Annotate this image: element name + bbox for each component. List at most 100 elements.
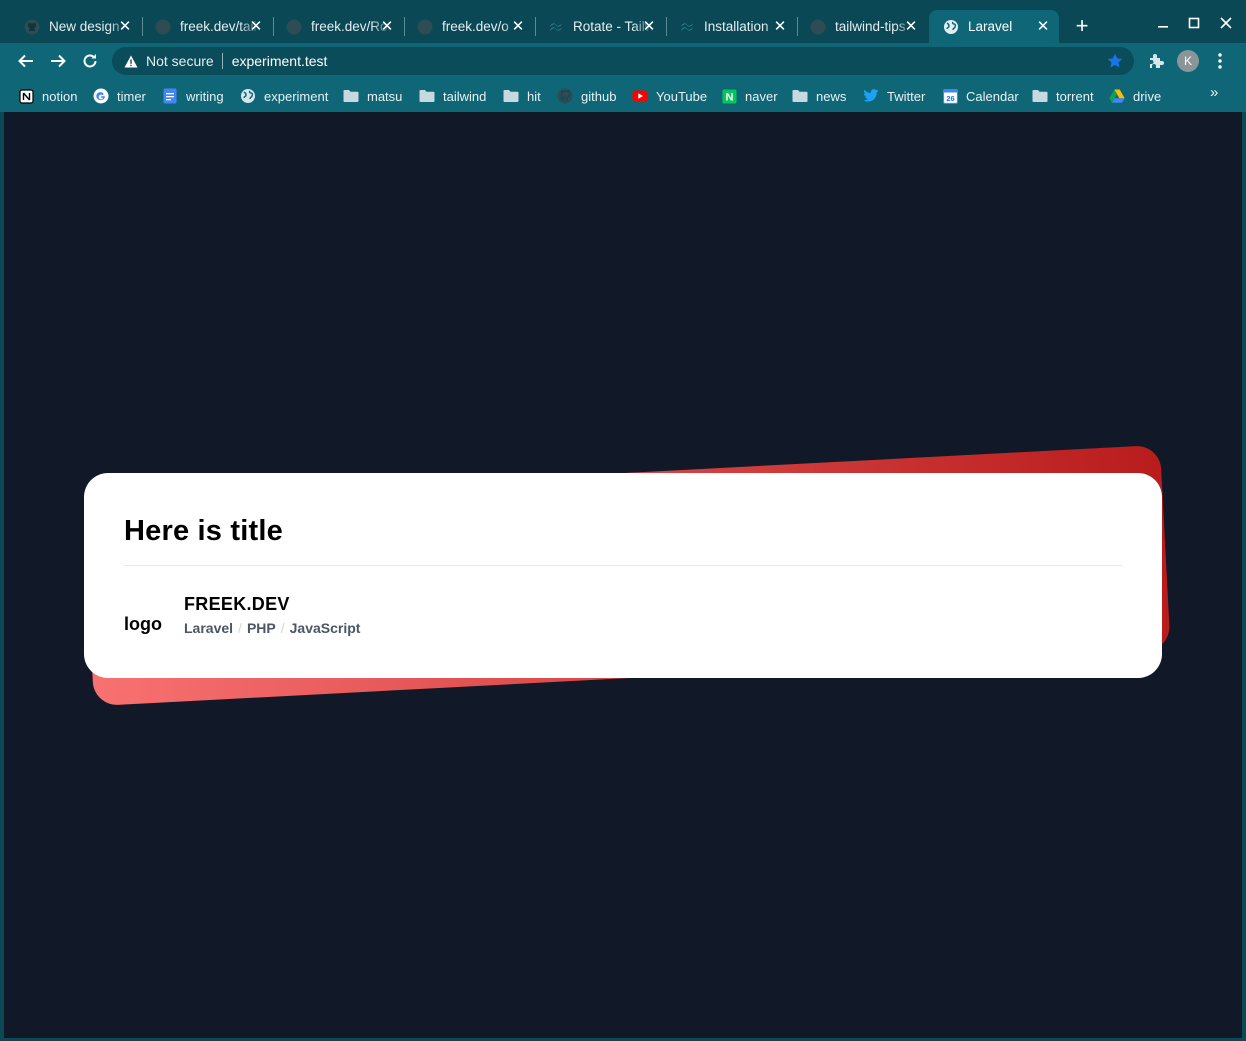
twitter-icon <box>863 88 879 104</box>
bookmark-label: drive <box>1133 88 1162 104</box>
globe-icon <box>943 19 959 35</box>
bookmark-label: tailwind <box>443 88 487 104</box>
bookmark-label: hit <box>527 88 541 104</box>
close-icon[interactable]: ✕ <box>510 18 526 34</box>
tailwind-icon <box>548 19 564 35</box>
bookmark-label: torrent <box>1056 88 1094 104</box>
tab-new-design[interactable]: New design ✕ <box>10 10 141 43</box>
tag-php: PHP <box>246 620 276 636</box>
browser-window: New design ✕ freek.dev/tailwind ✕ freek.… <box>0 0 1246 1041</box>
security-status[interactable]: Not secure <box>146 53 214 69</box>
github-icon <box>155 19 171 35</box>
bookmark-star-icon[interactable] <box>1106 52 1124 70</box>
tag-javascript: JavaScript <box>289 620 361 636</box>
folder-icon <box>503 88 519 104</box>
card-body: logo FREEK.DEV Laravel / PHP / JavaScrip… <box>124 593 360 636</box>
arrow-right-icon <box>51 54 66 68</box>
close-icon[interactable]: ✕ <box>1035 18 1051 34</box>
bookmark-label: writing <box>186 88 224 104</box>
bookmark-matsu[interactable]: matsu <box>343 86 402 106</box>
close-icon[interactable]: ✕ <box>772 18 788 34</box>
bookmark-label: YouTube <box>656 88 708 104</box>
bookmark-experiment[interactable]: experiment <box>240 86 328 106</box>
brand-block: FREEK.DEV Laravel / PHP / JavaScript <box>184 593 360 636</box>
tab-laravel[interactable]: Laravel ✕ <box>929 10 1059 43</box>
close-icon[interactable]: ✕ <box>641 18 657 34</box>
logo: logo <box>124 614 162 634</box>
close-window-button[interactable] <box>1215 12 1237 34</box>
bookmark-naver[interactable]: N naver <box>721 86 778 106</box>
warning-icon[interactable] <box>123 53 139 69</box>
folder-icon <box>792 88 808 104</box>
tag-separator: / <box>280 620 285 636</box>
bookmark-hit[interactable]: hit <box>503 86 541 106</box>
bookmark-twitter[interactable]: Twitter <box>863 86 925 106</box>
tailwind-icon <box>679 19 695 35</box>
maximize-icon <box>1188 17 1200 29</box>
github-icon <box>286 19 302 35</box>
card: Here is title logo FREEK.DEV Laravel / P… <box>84 473 1162 678</box>
forward-button[interactable] <box>46 49 70 73</box>
close-icon[interactable]: ✕ <box>117 18 133 34</box>
bookmark-label: news <box>816 88 847 104</box>
back-button[interactable] <box>14 49 38 73</box>
tab-freek-dev-2[interactable]: freek.dev/Rotate ✕ <box>272 10 403 43</box>
calendar-icon: 26 <box>942 88 958 104</box>
maximize-button[interactable] <box>1183 12 1205 34</box>
tab-strip: New design ✕ freek.dev/tailwind ✕ freek.… <box>0 0 1246 43</box>
close-icon[interactable]: ✕ <box>379 18 395 34</box>
reload-button[interactable] <box>78 49 102 73</box>
bookmark-writing[interactable]: writing <box>162 86 224 106</box>
bookmark-notion[interactable]: notion <box>18 86 77 106</box>
folder-icon <box>419 88 435 104</box>
bookmark-label: naver <box>745 88 778 104</box>
window-border-left <box>0 112 4 1041</box>
github-icon <box>557 88 573 104</box>
bookmark-label: timer <box>117 88 146 104</box>
bookmark-label: experiment <box>264 88 329 104</box>
address-bar[interactable]: Not secure experiment.test <box>112 47 1134 75</box>
tab-freek-dev-1[interactable]: freek.dev/tailwind ✕ <box>141 10 272 43</box>
globe-icon <box>240 88 256 104</box>
card-title: Here is title <box>124 515 283 547</box>
reload-icon <box>83 54 97 68</box>
url-text[interactable]: experiment.test <box>232 53 328 69</box>
close-icon[interactable]: ✕ <box>903 18 919 34</box>
page-content: Here is title logo FREEK.DEV Laravel / P… <box>4 112 1242 1038</box>
bookmark-youtube[interactable]: YouTube <box>632 86 707 106</box>
bookmark-calendar[interactable]: 26 Calendar <box>942 86 1019 106</box>
github-icon <box>810 19 826 35</box>
bookmark-news[interactable]: news <box>792 86 846 106</box>
bookmark-torrent[interactable]: torrent <box>1032 86 1094 106</box>
bookmarks-bar: notion timer writing experiment matsu ta… <box>0 79 1246 112</box>
bookmark-label: Twitter <box>887 88 926 104</box>
bookmark-label: notion <box>42 88 78 104</box>
close-icon[interactable]: ✕ <box>248 18 264 34</box>
github-icon <box>24 19 40 35</box>
bookmark-drive[interactable]: drive <box>1109 86 1161 106</box>
bookmark-tailwind[interactable]: tailwind <box>419 86 486 106</box>
tab-installation[interactable]: Installation ✕ <box>665 10 796 43</box>
new-tab-button[interactable]: + <box>1071 15 1093 38</box>
tab-freek-dev-3[interactable]: freek.dev/o ✕ <box>403 10 534 43</box>
bookmark-label: Calendar <box>966 88 1019 104</box>
minimize-icon <box>1158 26 1168 28</box>
profile-avatar[interactable]: K <box>1177 50 1199 72</box>
tab-tailwind-tips[interactable]: tailwind-tips ✕ <box>796 10 927 43</box>
window-border-right <box>1242 112 1246 1041</box>
bookmarks-overflow-chevron-icon[interactable]: » <box>1210 84 1218 101</box>
extensions-puzzle-icon[interactable] <box>1146 51 1166 71</box>
tab-rotate-tailwind[interactable]: Rotate - Tailwind ✕ <box>534 10 665 43</box>
menu-kebab-icon[interactable] <box>1210 50 1230 72</box>
youtube-icon <box>632 88 648 104</box>
omnibox-divider <box>221 53 223 69</box>
bookmark-label: github <box>581 88 617 104</box>
tag-laravel: Laravel <box>184 620 234 636</box>
github-icon <box>417 19 433 35</box>
minimize-button[interactable] <box>1152 12 1174 34</box>
card-divider <box>124 565 1122 566</box>
bookmark-github[interactable]: github <box>557 86 616 106</box>
bookmark-timer[interactable]: timer <box>93 86 146 106</box>
google-icon <box>93 88 109 104</box>
arrow-left-icon <box>18 54 33 68</box>
